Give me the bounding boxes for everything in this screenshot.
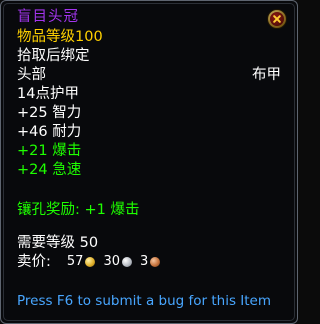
gold-coin-icon — [85, 257, 96, 267]
level-requirement: 需要等级 50 — [17, 235, 99, 251]
armor-type: 布甲 — [252, 67, 281, 83]
bind-type: 拾取后绑定 — [17, 48, 90, 64]
sell-price: 卖价: 57 30 3 — [17, 252, 168, 272]
copper-coin-icon — [150, 257, 161, 267]
sell-silver-value: 30 — [103, 254, 120, 269]
item-name: 盲目头冠 — [17, 9, 79, 25]
item-level: 物品等级100 — [17, 29, 103, 45]
armor-value: 14点护甲 — [17, 86, 79, 102]
sell-label: 卖价: — [17, 254, 51, 270]
close-button[interactable] — [267, 9, 287, 29]
sell-copper-value: 3 — [139, 254, 149, 269]
bug-report-hint: Press F6 to submit a bug for this Item — [17, 293, 272, 309]
equip-slot: 头部 — [17, 67, 46, 83]
silver-coin-icon — [121, 257, 132, 267]
stat-crit: +21 爆击 — [17, 143, 82, 159]
sell-gold-value: 57 — [66, 254, 84, 269]
socket-bonus: 镶孔奖励: +1 爆击 — [17, 202, 140, 218]
item-tooltip: 盲目头冠 物品等级100 拾取后绑定 头部 布甲 14点护甲 +25 智力 +4… — [0, 0, 298, 324]
stat-stamina: +46 耐力 — [17, 124, 82, 140]
stat-haste: +24 急速 — [17, 162, 82, 178]
stat-intellect: +25 智力 — [17, 105, 82, 121]
close-icon — [270, 12, 284, 26]
